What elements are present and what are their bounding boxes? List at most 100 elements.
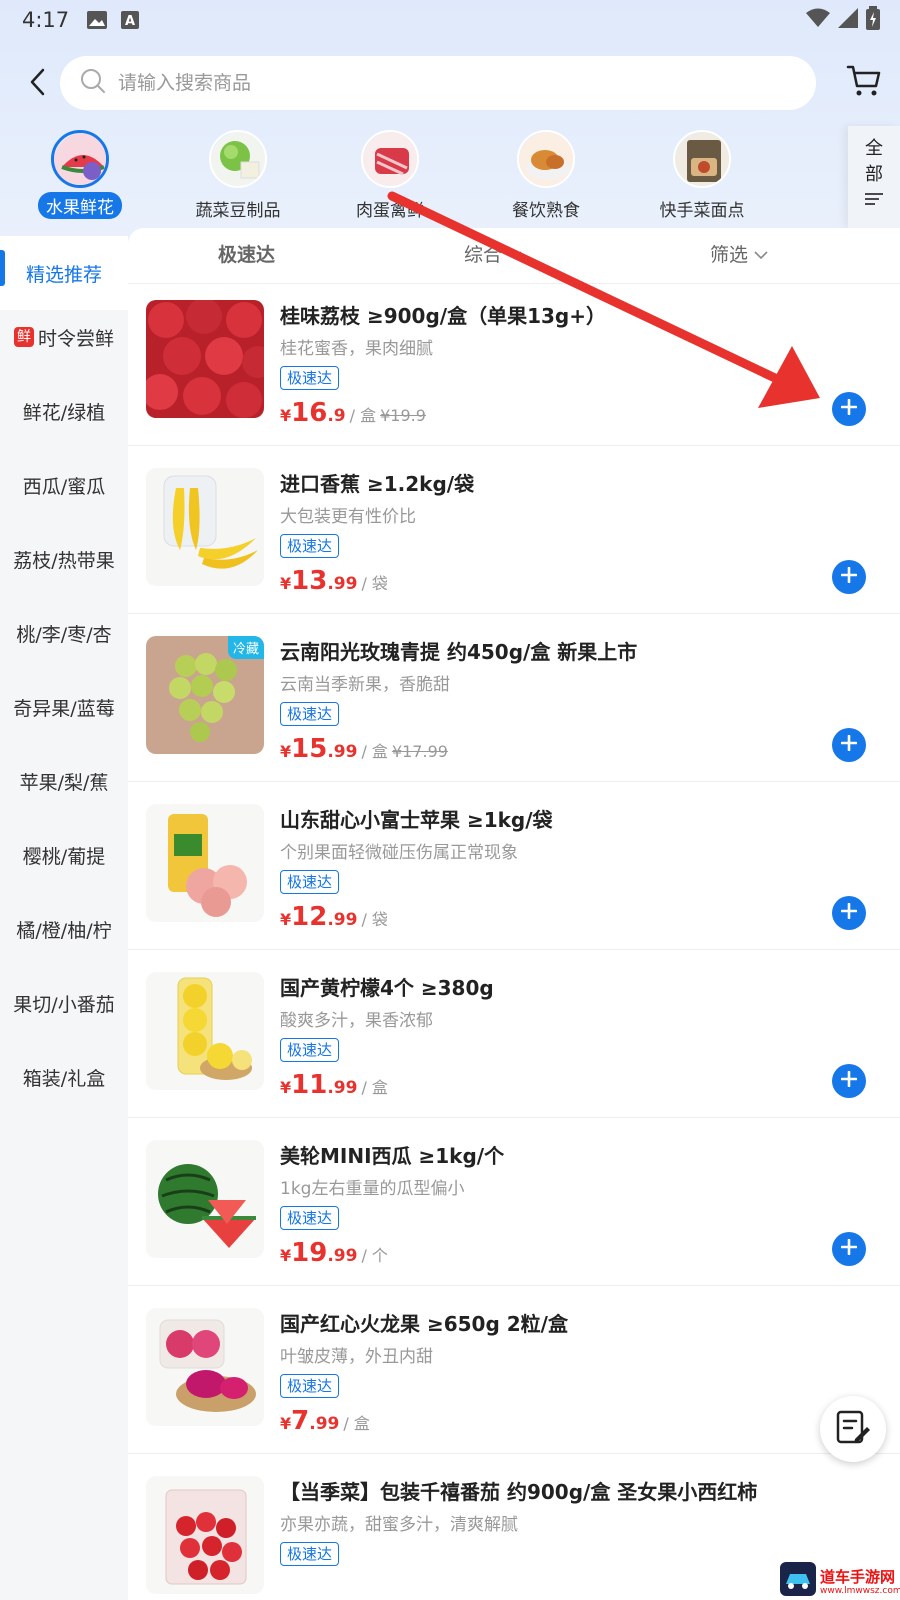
mini-watermelon-image[interactable] <box>146 1140 264 1258</box>
product-price: ¥ 13 .99 / 袋 <box>280 566 392 596</box>
sidebar-item-seasonal[interactable]: 鲜 时令尝鲜 <box>0 300 128 374</box>
product-name: 桂味荔枝 ≥900g/盒（单果13g+） <box>280 304 606 328</box>
sidebar-item-label: 时令尝鲜 <box>37 327 114 350</box>
sidebar-item-apple-pear-banana[interactable]: 苹果/梨/蕉 <box>0 744 128 818</box>
price-integer: 19 <box>291 1238 328 1268</box>
category-label: 蔬菜豆制品 <box>195 201 281 221</box>
product-description: 桂花蜜香，果肉细腻 <box>280 339 433 359</box>
product-description: 1kg左右重量的瓜型偏小 <box>280 1179 465 1199</box>
product-card[interactable]: 美轮MINI西瓜 ≥1kg/个 1kg左右重量的瓜型偏小 极速达 ¥ 19 .9… <box>128 1118 900 1286</box>
lychee-image[interactable] <box>146 300 264 418</box>
sidebar-item-label: 苹果/梨/蕉 <box>19 771 109 794</box>
express-badge: 极速达 <box>280 1542 340 1566</box>
sidebar-item-label: 果切/小番茄 <box>13 993 115 1016</box>
price-currency: ¥ <box>280 1078 292 1097</box>
category-fruit-flowers[interactable]: 水果鲜花 <box>10 126 150 219</box>
chevron-left-icon <box>28 67 48 101</box>
product-list-panel: 极速达 综合 筛选 桂味荔枝 ≥900g/盒（单果13g+） 桂花蜜香，果肉细腻… <box>128 228 900 1600</box>
add-to-cart-button[interactable] <box>832 728 866 762</box>
wifi-icon <box>806 8 830 33</box>
status-bar: 4:17 A <box>0 0 900 40</box>
filter-express[interactable]: 极速达 <box>218 240 275 267</box>
product-card[interactable]: 进口香蕉 ≥1.2kg/袋 大包装更有性价比 极速达 ¥ 13 .99 / 袋 <box>128 446 900 614</box>
price-unit: / 盒 <box>349 406 377 425</box>
plus-icon <box>840 398 858 419</box>
chevron-down-icon <box>754 243 768 265</box>
product-price: ¥ 11 .99 / 盒 <box>280 1070 392 1100</box>
sidebar-item-label: 鲜花/绿植 <box>22 401 106 424</box>
sidebar-item-kiwi-blueberry[interactable]: 奇异果/蓝莓 <box>0 670 128 744</box>
vegetables-tofu-icon <box>209 130 267 188</box>
category-cooked-food[interactable]: 餐饮熟食 <box>476 126 616 221</box>
product-price: ¥ 7 .99 / 盒 <box>280 1406 374 1436</box>
product-price: ¥ 12 .99 / 袋 <box>280 902 392 932</box>
filter-bar: 极速达 综合 筛选 <box>128 228 900 284</box>
price-currency: ¥ <box>280 1246 292 1265</box>
cherry-tomatoes-image[interactable] <box>146 1476 264 1594</box>
search-input[interactable] <box>118 72 718 94</box>
add-to-cart-button[interactable] <box>832 1064 866 1098</box>
sidebar-item-cut-fruit[interactable]: 果切/小番茄 <box>0 966 128 1040</box>
product-card[interactable]: 国产红心火龙果 ≥650g 2粒/盒 叶皱皮薄，外丑内甜 极速达 ¥ 7 .99… <box>128 1286 900 1454</box>
svg-text:A: A <box>125 14 135 29</box>
shopping-list-button[interactable] <box>820 1396 886 1462</box>
category-quick-dishes[interactable]: 快手菜面点 <box>632 126 772 221</box>
plus-icon <box>840 566 858 587</box>
lemons-image[interactable] <box>146 972 264 1090</box>
sidebar-item-boxes-gifts[interactable]: 箱装/礼盒 <box>0 1040 128 1114</box>
add-to-cart-button[interactable] <box>832 392 866 426</box>
sidebar-item-cherry-grape[interactable]: 樱桃/葡提 <box>0 818 128 892</box>
price-currency: ¥ <box>280 910 292 929</box>
plus-icon <box>840 902 858 923</box>
sidebar-item-featured[interactable]: 精选推荐 <box>0 236 128 310</box>
product-name: 云南阳光玫瑰青提 约450g/盒 新果上市 <box>280 640 638 664</box>
sidebar-item-label: 橘/橙/柚/柠 <box>16 919 112 942</box>
category-label: 餐饮熟食 <box>512 201 580 221</box>
product-name: 【当季菜】包装千禧番茄 约900g/盒 圣女果小西红柿 <box>280 1480 758 1504</box>
add-to-cart-button[interactable] <box>832 896 866 930</box>
search-row <box>0 56 900 112</box>
sidebar-item-label: 樱桃/葡提 <box>22 845 106 868</box>
sidebar-item-lychee-tropical[interactable]: 荔枝/热带果 <box>0 522 128 596</box>
category-label: 水果鲜花 <box>38 192 122 219</box>
sidebar-item-label: 精选推荐 <box>25 263 102 286</box>
apples-image[interactable] <box>146 804 264 922</box>
product-card[interactable]: 山东甜心小富士苹果 ≥1kg/袋 个别果面轻微碰压伤属正常现象 极速达 ¥ 12… <box>128 782 900 950</box>
express-badge: 极速达 <box>280 870 340 894</box>
product-card[interactable]: 冷藏 云南阳光玫瑰青提 约450g/盒 新果上市 云南当季新果，香脆甜 极速达 … <box>128 614 900 782</box>
product-description: 酸爽多汁，果香浓郁 <box>280 1011 433 1031</box>
sort-dropdown[interactable]: 综合 <box>464 240 522 267</box>
product-card[interactable]: 桂味荔枝 ≥900g/盒（单果13g+） 桂花蜜香，果肉细腻 极速达 ¥ 16 … <box>128 278 900 446</box>
sidebar-item-melons[interactable]: 西瓜/蜜瓜 <box>0 448 128 522</box>
dragon-fruit-image[interactable] <box>146 1308 264 1426</box>
sidebar-item-citrus[interactable]: 橘/橙/柚/柠 <box>0 892 128 966</box>
express-badge: 极速达 <box>280 366 340 390</box>
add-to-cart-button[interactable] <box>832 1232 866 1266</box>
green-grapes-image[interactable]: 冷藏 <box>146 636 264 754</box>
original-price: ¥17.99 <box>391 742 448 761</box>
price-integer: 13 <box>291 566 328 596</box>
refrigerated-badge: 冷藏 <box>227 636 264 659</box>
add-to-cart-button[interactable] <box>832 560 866 594</box>
search-icon <box>80 68 106 98</box>
express-badge: 极速达 <box>280 1374 340 1398</box>
cooked-food-icon <box>517 130 575 188</box>
category-vegetables-tofu[interactable]: 蔬菜豆制品 <box>168 126 308 221</box>
watermark-name: 道车手游网 <box>820 1567 896 1586</box>
all-categories-button[interactable]: 全 部 <box>848 126 900 228</box>
sidebar-item-flowers-plants[interactable]: 鲜花/绿植 <box>0 374 128 448</box>
search-box[interactable] <box>60 56 816 110</box>
product-card[interactable]: 国产黄柠檬4个 ≥380g 酸爽多汁，果香浓郁 极速达 ¥ 11 .99 / 盒 <box>128 950 900 1118</box>
banana-image[interactable] <box>146 468 264 586</box>
price-decimal: .99 <box>327 1246 358 1266</box>
product-price: ¥ 16 .9 / 盒 ¥19.9 <box>280 398 426 428</box>
sidebar-item-stone-fruit[interactable]: 桃/李/枣/杏 <box>0 596 128 670</box>
cart-button[interactable] <box>846 64 886 104</box>
filter-dropdown[interactable]: 筛选 <box>710 240 768 267</box>
category-meat-eggs[interactable]: 肉蛋禽鲜 <box>320 126 460 221</box>
back-button[interactable] <box>18 64 58 104</box>
express-badge: 极速达 <box>280 1038 340 1062</box>
express-badge: 极速达 <box>280 702 340 726</box>
sidebar-item-label: 西瓜/蜜瓜 <box>22 475 106 498</box>
product-description: 大包装更有性价比 <box>280 507 416 527</box>
